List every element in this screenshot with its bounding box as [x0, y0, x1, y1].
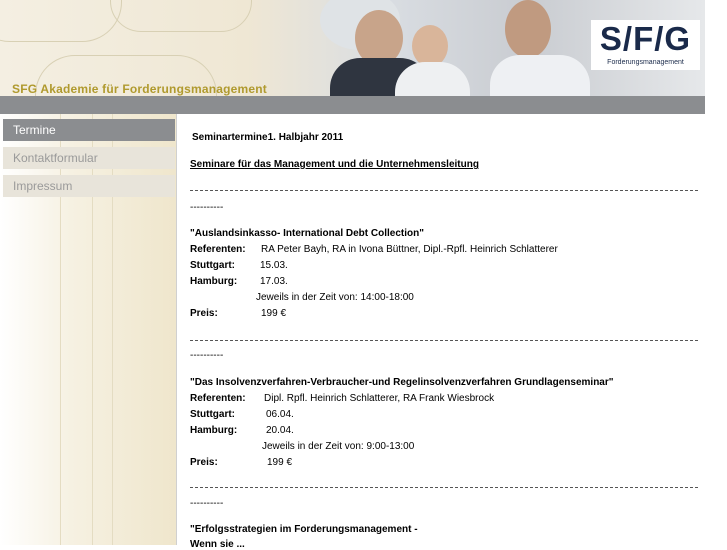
separator [190, 487, 698, 488]
referenten-label: Referenten: [190, 244, 246, 255]
referenten-value: RA Peter Bayh, RA in Ivona Büttner, Dipl… [261, 244, 558, 255]
referenten-label: Referenten: [190, 393, 246, 404]
preis-value: 199 € [261, 308, 287, 319]
time-info: Jeweils in der Zeit von: 9:00-13:00 [262, 441, 415, 452]
seminar-title: "Erfolgsstrategien im Forderungsmanageme… [190, 524, 418, 535]
preis-label: Preis: [190, 308, 218, 319]
preis-value: 199 € [267, 457, 293, 468]
seminar-title: "Das Insolvenzverfahren-Verbraucher-und … [190, 377, 614, 388]
section-heading: Seminare für das Management und die Unte… [190, 159, 479, 170]
hamburg-date: 20.04. [266, 425, 294, 436]
site-header: S/F/G Forderungsmanagement SFG Akademie … [0, 0, 705, 96]
time-info: Jeweils in der Zeit von: 14:00-18:00 [256, 292, 414, 303]
page-margin [705, 0, 727, 545]
nav-item-kontaktformular[interactable]: Kontaktformular [3, 147, 175, 169]
hamburg-date: 17.03. [260, 276, 288, 287]
referenten-value: Dipl. Rpfl. Heinrich Schlatterer, RA Fra… [264, 393, 495, 404]
separator-text: ---------- [190, 202, 224, 213]
sidebar: Termine Kontaktformular Impressum [0, 114, 176, 545]
decorative-curve [0, 0, 122, 42]
person-head [412, 25, 448, 67]
main-content: Seminartermine1. Halbjahr 2011 Seminare … [176, 114, 706, 550]
nav-item-impressum[interactable]: Impressum [3, 175, 175, 197]
person-shirt [490, 55, 590, 96]
header-bar [0, 96, 705, 114]
logo: S/F/G Forderungsmanagement [591, 20, 700, 70]
site-title: SFG Akademie für Forderungsmanagement [12, 82, 268, 96]
separator-text: ---------- [190, 498, 224, 509]
decorative-curve [110, 0, 252, 32]
hamburg-label: Hamburg: [190, 425, 238, 436]
logo-text: S/F/G [599, 20, 692, 57]
nav-item-termine[interactable]: Termine [3, 119, 175, 141]
person-shirt [395, 62, 470, 96]
separator [190, 340, 698, 341]
stuttgart-label: Stuttgart: [190, 260, 235, 271]
person-head [505, 0, 551, 58]
hamburg-label: Hamburg: [190, 276, 238, 287]
stuttgart-date: 06.04. [266, 409, 294, 420]
separator-text: ---------- [190, 350, 224, 361]
logo-subtitle: Forderungsmanagement [607, 59, 684, 66]
separator [190, 190, 698, 191]
stuttgart-label: Stuttgart: [190, 409, 235, 420]
page-title: Seminartermine1. Halbjahr 2011 [192, 132, 344, 143]
preis-label: Preis: [190, 457, 218, 468]
seminar-title: "Auslandsinkasso- International Debt Col… [190, 228, 424, 239]
stuttgart-date: 15.03. [260, 260, 288, 271]
header-photo [300, 0, 590, 96]
